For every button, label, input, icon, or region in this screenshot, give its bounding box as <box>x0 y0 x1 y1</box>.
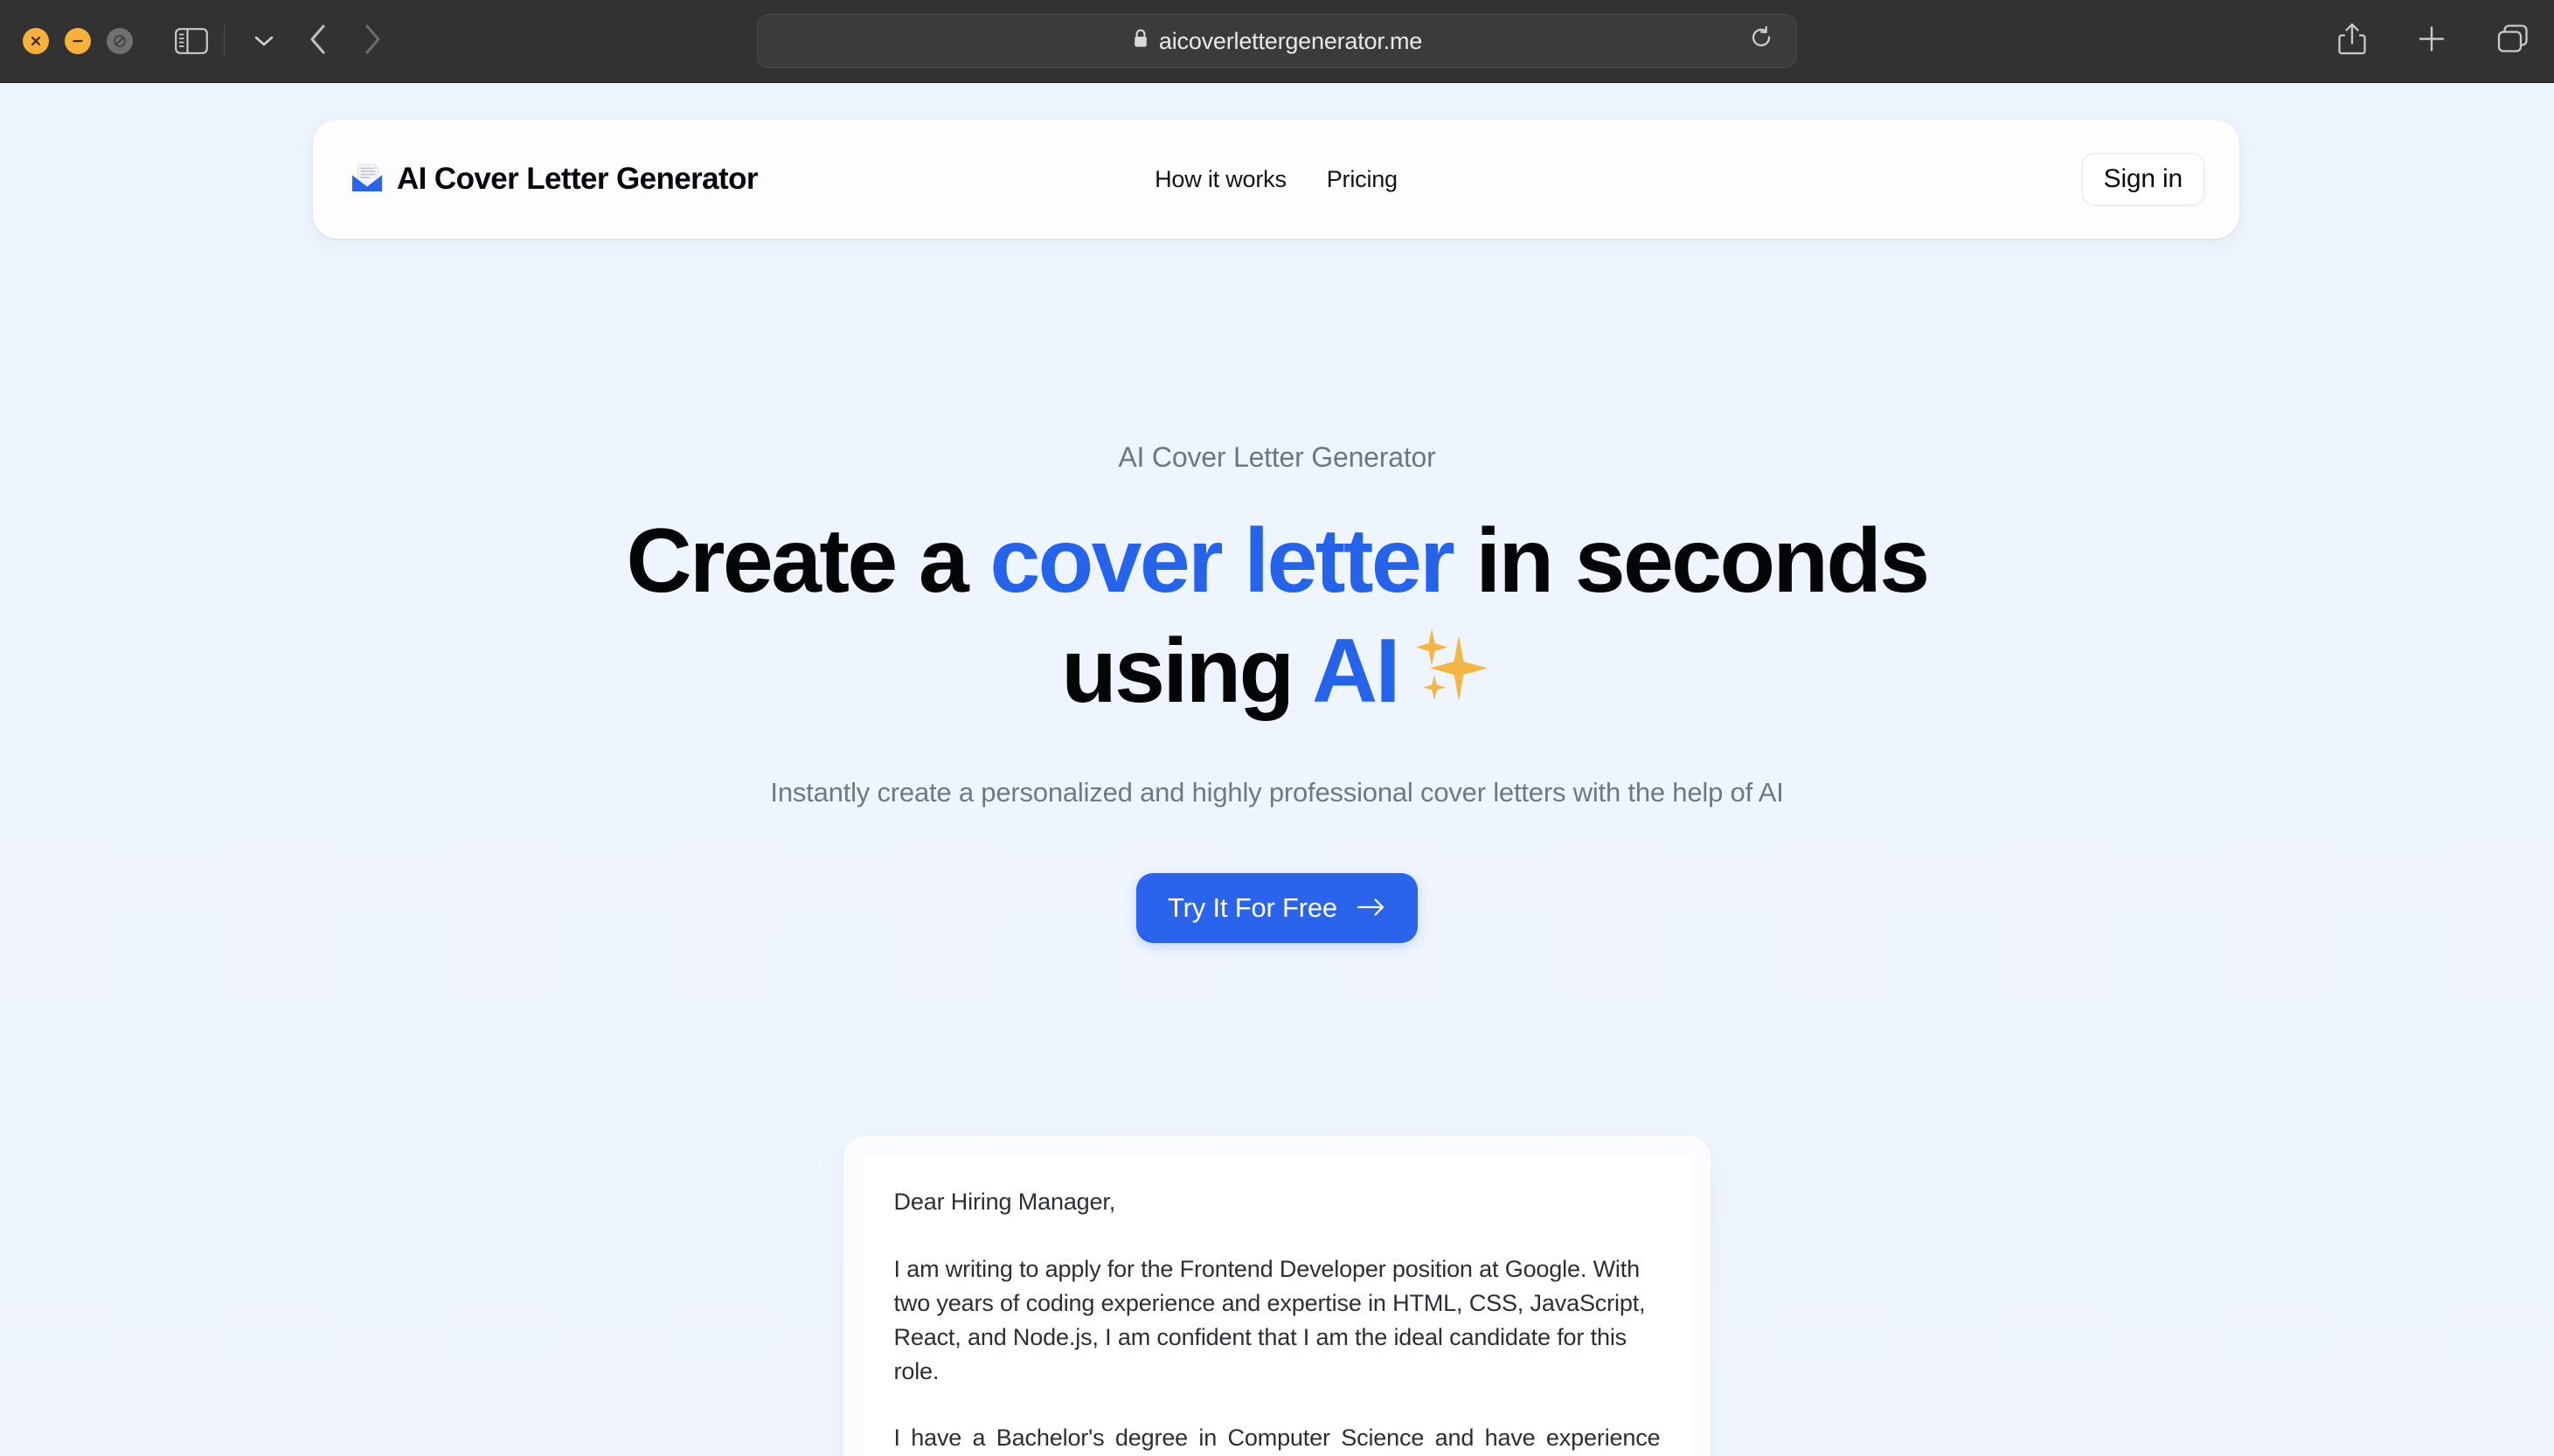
sidebar-icon[interactable] <box>175 27 208 55</box>
hero-section: AI Cover Letter Generator Create a cover… <box>0 83 2554 943</box>
headline-part-1: Create a <box>626 510 990 612</box>
arrow-right-icon <box>1357 892 1386 924</box>
headline-accent-2: AI <box>1311 620 1400 722</box>
share-icon[interactable] <box>2337 22 2367 61</box>
page-body: AI Cover Letter Generator How it works P… <box>0 83 2554 1456</box>
sparkles-icon <box>1409 621 1493 731</box>
headline-accent-1: cover letter <box>989 510 1454 612</box>
letter-paragraph-1: I am writing to apply for the Frontend D… <box>893 1255 1646 1384</box>
maximize-window-button <box>107 28 133 54</box>
cover-letter-preview-card: Dear Hiring Manager, I am writing to app… <box>843 1136 1711 1456</box>
chevron-down-icon[interactable] <box>244 33 284 49</box>
window-controls <box>23 28 133 54</box>
toolbar-divider <box>224 25 225 57</box>
tabs-overview-icon[interactable] <box>2496 24 2530 59</box>
minimize-window-button[interactable] <box>65 28 91 54</box>
reload-icon[interactable] <box>1751 25 1773 57</box>
lock-icon <box>1132 28 1149 54</box>
browser-toolbar: aicoverlettergenerator.me <box>0 0 2554 83</box>
hero-subtitle: Instantly create a personalized and high… <box>770 776 1784 808</box>
letter-paragraph-2: I have a Bachelor's degree in Computer S… <box>893 1425 1661 1452</box>
toolbar-left-group <box>133 22 384 61</box>
url-text: aicoverlettergenerator.me <box>1158 27 1423 54</box>
try-it-for-free-button[interactable]: Try It For Free <box>1136 872 1418 943</box>
back-icon[interactable] <box>307 22 330 61</box>
hero-cta-wrap: Try It For Free <box>0 872 2554 943</box>
navigation-arrows <box>307 22 384 61</box>
hero-eyebrow: AI Cover Letter Generator <box>1118 441 1436 473</box>
close-window-button[interactable] <box>23 28 49 54</box>
cta-label: Try It For Free <box>1168 891 1337 923</box>
hero-headline: Create a cover letter in seconds using A… <box>613 507 1941 731</box>
cover-letter-body: Dear Hiring Manager, I am writing to app… <box>862 1155 1692 1456</box>
letter-salutation: Dear Hiring Manager, <box>893 1189 1116 1215</box>
address-bar[interactable]: aicoverlettergenerator.me <box>757 14 1797 68</box>
toolbar-right-group <box>2337 22 2530 61</box>
new-tab-icon[interactable] <box>2418 25 2446 58</box>
forward-icon <box>361 22 384 61</box>
